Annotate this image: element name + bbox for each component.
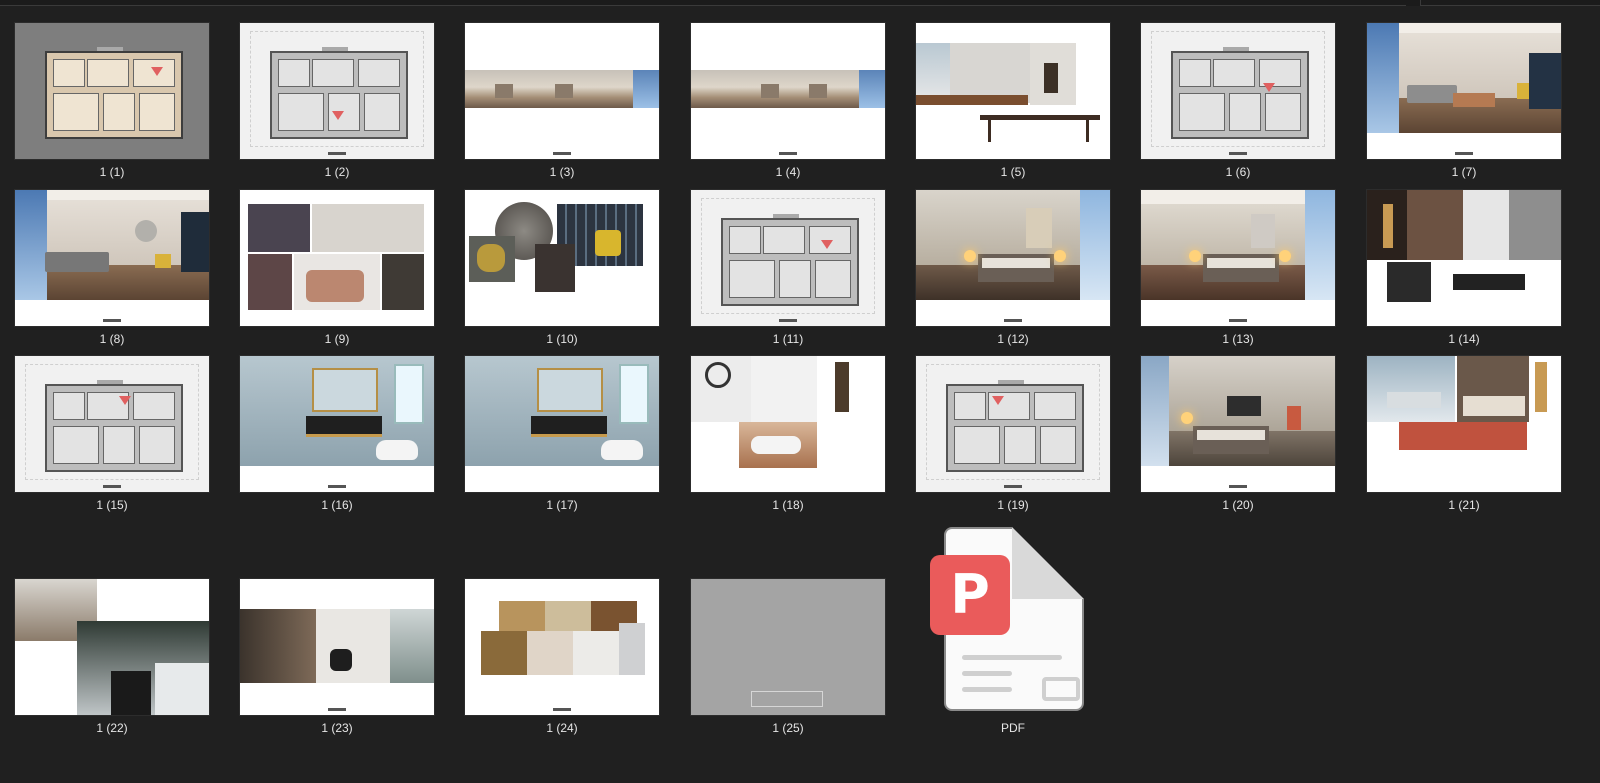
- file-name-label[interactable]: 1 (1): [14, 165, 210, 179]
- file-thumbnail: [1366, 22, 1562, 160]
- file-name-label[interactable]: 1 (24): [464, 721, 660, 735]
- top-toolbar-edge: [0, 0, 1600, 6]
- search-box-edge[interactable]: [1420, 0, 1600, 6]
- file-thumbnail: [239, 578, 435, 716]
- file-thumbnail: [690, 578, 886, 716]
- floorplan-thumbnail: [15, 356, 209, 492]
- bathroom-render: [240, 356, 434, 466]
- toolbar-divider: [0, 0, 1406, 6]
- room-render: [1141, 190, 1335, 300]
- file-name-label[interactable]: 1 (3): [464, 165, 660, 179]
- file-thumbnail: [239, 355, 435, 493]
- file-name-label[interactable]: 1 (6): [1140, 165, 1336, 179]
- file-name-label[interactable]: 1 (2): [239, 165, 435, 179]
- file-name-label[interactable]: 1 (14): [1366, 332, 1562, 346]
- pdf-file-icon: P: [930, 527, 1096, 711]
- file-name-label[interactable]: 1 (17): [464, 498, 660, 512]
- file-name-label[interactable]: 1 (10): [464, 332, 660, 346]
- floorplan-thumbnail: [1141, 23, 1335, 159]
- file-thumbnail: [1140, 189, 1336, 327]
- file-name-label[interactable]: 1 (12): [915, 332, 1111, 346]
- file-thumbnail: [464, 578, 660, 716]
- file-thumbnail: [690, 189, 886, 327]
- file-thumbnail: [1140, 22, 1336, 160]
- file-name-label[interactable]: 1 (23): [239, 721, 435, 735]
- file-thumbnail: [14, 22, 210, 160]
- file-thumbnail: [915, 189, 1111, 327]
- file-thumbnail: [915, 355, 1111, 493]
- room-render: [1141, 356, 1335, 466]
- file-name-label[interactable]: 1 (25): [690, 721, 886, 735]
- file-thumbnail: [690, 22, 886, 160]
- file-thumbnail: [1140, 355, 1336, 493]
- file-thumbnail: [464, 355, 660, 493]
- panorama-thumbnail: [465, 70, 659, 108]
- file-name-label[interactable]: PDF: [930, 721, 1096, 735]
- floorplan-thumbnail: [691, 190, 885, 326]
- floorplan-thumbnail: [240, 23, 434, 159]
- file-name-label[interactable]: 1 (22): [14, 721, 210, 735]
- file-name-label[interactable]: 1 (8): [14, 332, 210, 346]
- panorama-thumbnail: [691, 70, 885, 108]
- file-name-label[interactable]: 1 (13): [1140, 332, 1336, 346]
- file-name-label[interactable]: 1 (15): [14, 498, 210, 512]
- file-name-label[interactable]: 1 (7): [1366, 165, 1562, 179]
- floorplan-thumbnail: [15, 23, 209, 159]
- file-thumbnail: [14, 355, 210, 493]
- file-name-label[interactable]: 1 (11): [690, 332, 886, 346]
- file-thumbnail: [464, 22, 660, 160]
- file-thumbnail: [14, 578, 210, 716]
- file-name-label[interactable]: 1 (19): [915, 498, 1111, 512]
- file-thumbnail: [239, 189, 435, 327]
- file-thumbnail: [915, 22, 1111, 160]
- file-name-label[interactable]: 1 (20): [1140, 498, 1336, 512]
- pdf-app-badge: P: [930, 555, 1010, 635]
- file-thumbnail: [464, 189, 660, 327]
- room-render: [15, 190, 209, 300]
- file-name-label[interactable]: 1 (16): [239, 498, 435, 512]
- file-name-label[interactable]: 1 (5): [915, 165, 1111, 179]
- file-name-label[interactable]: 1 (4): [690, 165, 886, 179]
- room-render: [1367, 23, 1561, 133]
- floorplan-thumbnail: [916, 356, 1110, 492]
- file-name-label[interactable]: 1 (9): [239, 332, 435, 346]
- file-name-label[interactable]: 1 (21): [1366, 498, 1562, 512]
- file-thumbnail: [1366, 355, 1562, 493]
- file-thumbnail: [239, 22, 435, 160]
- room-render: [916, 190, 1110, 300]
- file-thumbnail: [690, 355, 886, 493]
- file-name-label[interactable]: 1 (18): [690, 498, 886, 512]
- bathroom-render: [465, 356, 659, 466]
- file-thumbnail: [1366, 189, 1562, 327]
- file-thumbnail: [14, 189, 210, 327]
